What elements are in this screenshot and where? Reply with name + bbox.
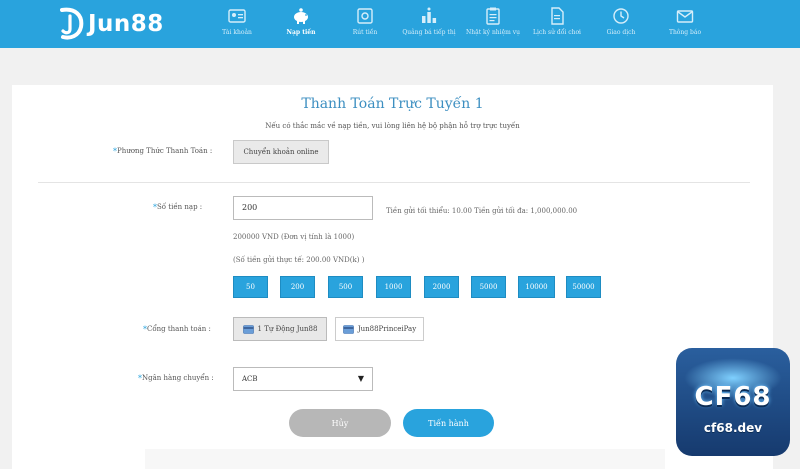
nav-item-label: Thông báo	[668, 29, 702, 36]
quick-amount-1000[interactable]: 1000	[376, 276, 411, 298]
nav-item-marketing[interactable]: Quảng bá tiếp thị	[397, 0, 461, 48]
document-icon	[551, 7, 564, 25]
bank-label: *Ngân hàng chuyển :	[138, 374, 214, 383]
quick-amount-500[interactable]: 500	[328, 276, 363, 298]
nav-item-deposit[interactable]: Nạp tiền	[269, 0, 333, 48]
actual-amount-hint: (Số tiền gửi thực tế: 200.00 VND(k) )	[233, 256, 365, 264]
logo-j-icon	[58, 7, 86, 41]
gateway-option-jun88[interactable]: 1 Tự Động Jun88	[233, 317, 327, 341]
page-title: Thanh Toán Trực Tuyến 1	[301, 96, 484, 112]
nav-item-transactions[interactable]: Giao dịch	[589, 0, 653, 48]
amount-label-text: Số tiền nạp :	[157, 203, 203, 211]
caret-down-icon: ▼	[357, 374, 364, 383]
amount-vnd-hint: 200000 VND (Đơn vị tính là 1000)	[233, 233, 355, 241]
payment-method-button[interactable]: Chuyển khoản online	[233, 140, 329, 164]
safe-icon	[357, 8, 373, 24]
quick-amount-10000[interactable]: 10000	[518, 276, 555, 298]
nav-item-label: Nạp tiền	[286, 29, 316, 36]
quick-amount-50[interactable]: 50	[233, 276, 268, 298]
clipboard-icon	[486, 7, 500, 25]
nav-item-label: Nhật ký nhiệm vụ	[466, 29, 520, 36]
nav-item-label: Rút tiền	[352, 29, 378, 36]
amount-input[interactable]: 200	[233, 196, 373, 220]
watermark-subtitle: cf68.dev	[703, 421, 763, 435]
amount-label: *Số tiền nạp :	[153, 203, 202, 212]
bank-select-value: ACB	[242, 375, 258, 383]
piggy-bank-icon	[294, 8, 308, 24]
nav-item-label: Lịch sử đổi chơi	[533, 29, 581, 36]
gateway-option-princeipay[interactable]: Jun88PrinceiPay	[335, 317, 424, 341]
id-card-icon	[228, 9, 246, 23]
footer-strip	[145, 449, 665, 469]
amount-limits-hint: Tiền gửi tối thiểu: 10.00 Tiền gửi tối đ…	[386, 207, 578, 215]
nav-item-history[interactable]: Lịch sử đổi chơi	[525, 0, 589, 48]
submit-button[interactable]: Tiến hành	[403, 409, 494, 437]
bank-select[interactable]: ACB ▼	[233, 367, 373, 391]
nav-item-task-log[interactable]: Nhật ký nhiệm vụ	[461, 0, 525, 48]
nav-item-label: Tài khoản	[222, 29, 252, 36]
bank-label-text: Ngân hàng chuyển :	[142, 374, 214, 382]
support-notice: Nếu có thắc mắc về nạp tiền, vui lòng li…	[265, 122, 520, 130]
cf68-watermark-badge: CF68 cf68.dev	[676, 348, 790, 456]
gateway-option-label: Jun88PrinceiPay	[357, 325, 417, 333]
payment-card-icon	[343, 324, 354, 334]
site-logo[interactable]: Jun88	[58, 6, 164, 42]
quick-amount-5000[interactable]: 5000	[471, 276, 506, 298]
gateway-option-label: 1 Tự Động Jun88	[257, 325, 318, 333]
envelope-icon	[676, 10, 694, 23]
nav-item-account[interactable]: Tài khoản	[205, 0, 269, 48]
logo-text: Jun88	[88, 11, 164, 37]
nav-item-withdraw[interactable]: Rút tiền	[333, 0, 397, 48]
cancel-button[interactable]: Hủy	[289, 409, 391, 437]
quick-amount-200[interactable]: 200	[280, 276, 315, 298]
nav-item-label: Giao dịch	[606, 29, 636, 36]
ranking-icon	[422, 7, 437, 23]
top-navigation-bar: Jun88 Tài khoản Nạp tiền Rút tiền Quảng …	[0, 0, 800, 48]
payment-method-label-text: Phương Thức Thanh Toán :	[117, 147, 213, 155]
nav-item-label: Quảng bá tiếp thị	[402, 29, 456, 36]
clock-icon	[613, 8, 629, 24]
quick-amount-2000[interactable]: 2000	[424, 276, 459, 298]
watermark-title: CF68	[694, 382, 772, 412]
gateway-label-text: Cổng thanh toán :	[147, 325, 211, 333]
nav-item-notifications[interactable]: Thông báo	[653, 0, 717, 48]
payment-card-icon	[242, 324, 254, 334]
payment-method-label: *Phương Thức Thanh Toán :	[113, 147, 212, 156]
gateway-label: *Cổng thanh toán :	[143, 325, 211, 334]
main-nav: Tài khoản Nạp tiền Rút tiền Quảng bá tiế…	[205, 0, 717, 48]
section-divider	[38, 182, 750, 183]
quick-amount-50000[interactable]: 50000	[566, 276, 601, 298]
